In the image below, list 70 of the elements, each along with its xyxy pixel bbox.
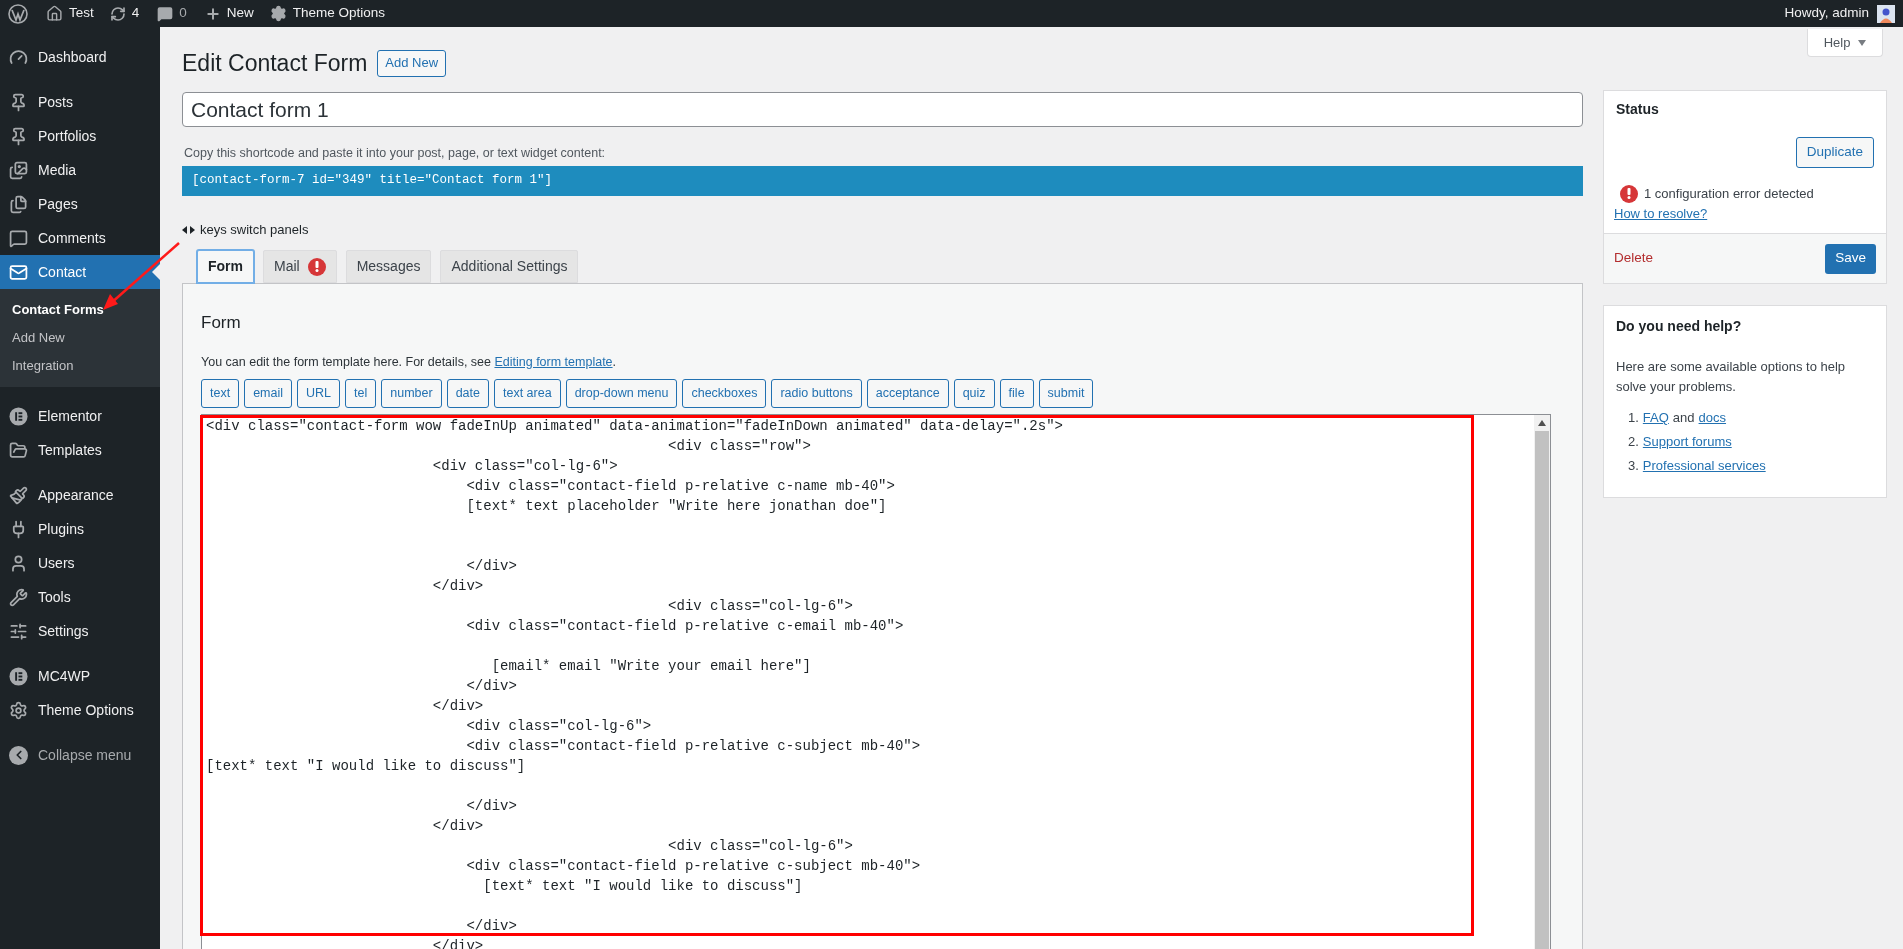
- submenu-item[interactable]: Contact Forms: [0, 296, 160, 324]
- shortcode-field[interactable]: [contact-form-7 id="349" title="Contact form 1"]: [182, 165, 1583, 196]
- page-title: Edit Contact Form: [182, 48, 368, 78]
- sidebar-item[interactable]: Dashboard: [0, 40, 160, 74]
- comments-link[interactable]: 0: [157, 3, 187, 24]
- sidebar-item[interactable]: Portfolios: [0, 119, 160, 153]
- panel-description: You can edit the form template here. For details, see Editing form template.: [201, 353, 618, 371]
- updates-link[interactable]: 4: [109, 3, 140, 24]
- add-new-button[interactable]: Add New: [377, 49, 447, 77]
- help-link[interactable]: docs: [1698, 408, 1727, 428]
- tab[interactable]: Messages: [345, 250, 432, 284]
- tag-generator-button[interactable]: number: [381, 378, 442, 408]
- duplicate-button[interactable]: Duplicate: [1795, 137, 1874, 168]
- tag-generator-button[interactable]: tel: [345, 378, 377, 408]
- resolve-link[interactable]: How to resolve?: [1614, 203, 1708, 223]
- tab[interactable]: Additional Settings: [440, 250, 579, 284]
- site-link[interactable]: Test: [46, 3, 94, 24]
- collapse-menu-button[interactable]: Collapse menu: [0, 738, 160, 772]
- tag-generator-button[interactable]: URL: [297, 378, 341, 408]
- account-link[interactable]: Howdy, admin: [1784, 3, 1895, 24]
- keys-hint: keys switch panels: [200, 220, 309, 239]
- tab[interactable]: Form: [197, 250, 254, 284]
- list-number: 1.: [1628, 409, 1639, 427]
- delete-link[interactable]: Delete: [1614, 248, 1654, 269]
- list-number: 2.: [1628, 433, 1639, 451]
- sidebar-item[interactable]: Settings: [0, 614, 160, 648]
- sidebar-item[interactable]: Pages: [0, 187, 160, 221]
- sidebar-item[interactable]: Tools: [0, 580, 160, 614]
- list-number: 3.: [1628, 457, 1639, 475]
- tag-generator-button[interactable]: quiz: [953, 378, 995, 408]
- help-link[interactable]: Professional services: [1642, 456, 1766, 476]
- sidebar-item[interactable]: Users: [0, 546, 160, 580]
- sidebar-item[interactable]: Media: [0, 153, 160, 187]
- sidebar-item[interactable]: Theme Options: [0, 693, 160, 727]
- form-template-guide-link[interactable]: Editing form template: [494, 354, 613, 369]
- sidebar-item[interactable]: Appearance: [0, 478, 160, 512]
- tag-generator-button[interactable]: radio buttons: [771, 378, 862, 408]
- theme-options-link[interactable]: Theme Options: [269, 3, 386, 24]
- tag-generator-button[interactable]: acceptance: [866, 378, 949, 408]
- sidebar-item[interactable]: Comments: [0, 221, 160, 255]
- sidebar-item[interactable]: Posts: [0, 85, 160, 119]
- error-message: 1 configuration error detected: [1644, 185, 1814, 203]
- tag-generator-button[interactable]: drop-down menu: [565, 378, 678, 408]
- submenu-item[interactable]: Integration: [0, 352, 160, 380]
- help-text: Here are some available options to help solve your problems.: [1616, 358, 1847, 396]
- box-title: Do you need help?: [1616, 317, 1743, 336]
- sidebar-item[interactable]: Contact: [0, 255, 160, 289]
- sidebar-item[interactable]: MC4WP: [0, 659, 160, 693]
- new-link[interactable]: New: [204, 3, 254, 24]
- tag-generator-button[interactable]: text area: [494, 378, 561, 408]
- sidebar-item[interactable]: Templates: [0, 433, 160, 467]
- submenu-item[interactable]: Add New: [0, 324, 160, 352]
- box-title: Status: [1616, 100, 1660, 119]
- shortcode-caption: Copy this shortcode and paste it into your post, page, or text widget content:: [183, 145, 607, 162]
- save-button[interactable]: Save: [1825, 243, 1876, 274]
- tag-generator-button[interactable]: submit: [1038, 378, 1094, 408]
- panel-heading: Form: [201, 312, 242, 335]
- tag-generator-button[interactable]: email: [244, 378, 293, 408]
- tag-generator-button[interactable]: file: [999, 378, 1034, 408]
- tab[interactable]: Mail: [263, 250, 337, 284]
- list-text: and: [1672, 409, 1695, 427]
- sidebar-item[interactable]: Elementor: [0, 399, 160, 433]
- form-title-field[interactable]: Contact form 1: [182, 92, 1583, 127]
- tag-generator-button[interactable]: date: [446, 378, 489, 408]
- help-link[interactable]: FAQ: [1642, 408, 1669, 428]
- sidebar-item[interactable]: Plugins: [0, 512, 160, 546]
- help-link[interactable]: Support forums: [1642, 432, 1732, 452]
- help-tab[interactable]: Help: [1807, 29, 1883, 57]
- tag-generator-button[interactable]: checkboxes: [682, 378, 767, 408]
- tag-generator-button[interactable]: text: [201, 378, 240, 408]
